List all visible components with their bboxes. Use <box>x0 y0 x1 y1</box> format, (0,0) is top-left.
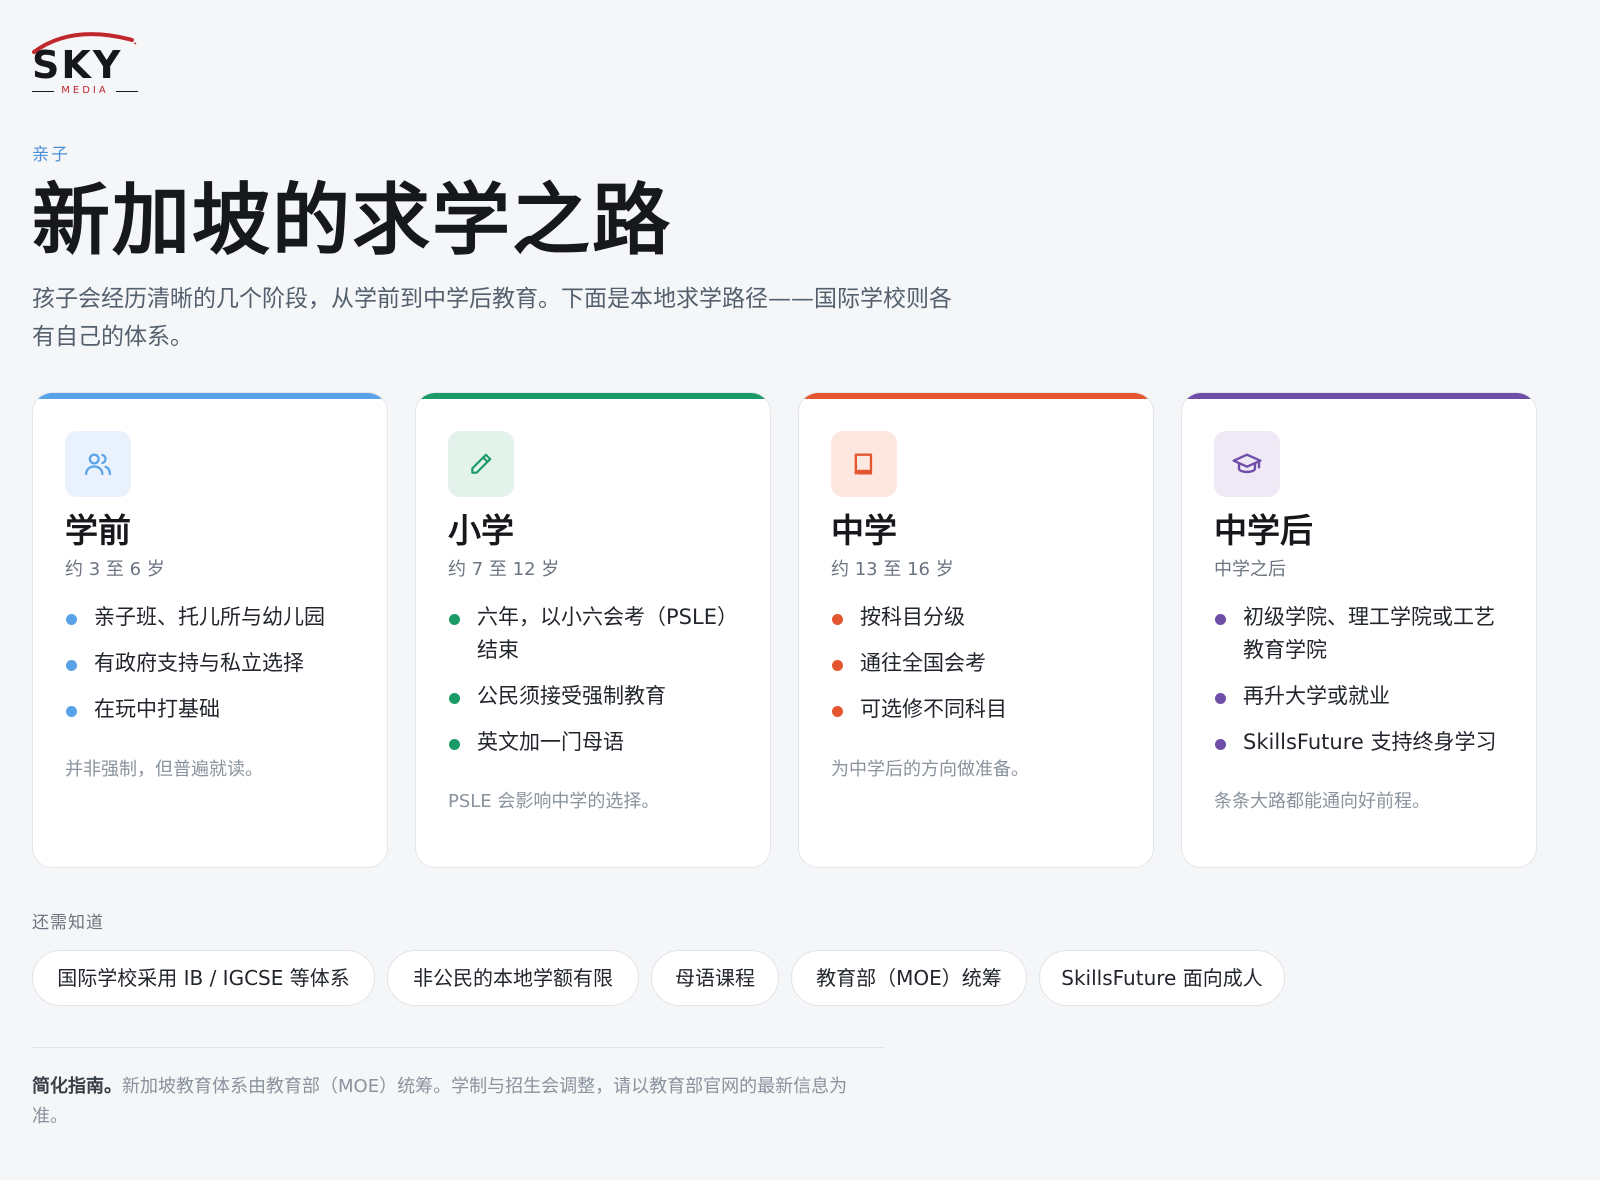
card-title: 小学 <box>448 511 514 550</box>
footer-divider <box>32 1047 884 1048</box>
bullet-text: 再升大学或就业 <box>1243 684 1390 708</box>
chip-non-citizen-places[interactable]: 非公民的本地学额有限 <box>387 950 639 1006</box>
card-bullets: 按科目分级 通往全国会考 可选修不同科目 <box>831 601 1131 739</box>
bullet-dot-icon <box>1215 739 1226 750</box>
footer-text: 新加坡教育体系由教育部（MOE）统筹。学制与招生会调整，请以教育部官网的最新信息… <box>32 1076 848 1127</box>
bullet-text: 在玩中打基础 <box>94 697 220 721</box>
stage-cards: 学前 约 3 至 6 岁 亲子班、托儿所与幼儿园 有政府支持与私立选择 在玩中打… <box>32 392 1568 870</box>
bullet-text: 可选修不同科目 <box>860 697 1007 721</box>
card-title: 中学 <box>831 511 897 550</box>
bullet-text: 公民须接受强制教育 <box>477 684 666 708</box>
bullet-dot-icon <box>449 614 460 625</box>
bullet-dot-icon <box>66 614 77 625</box>
list-item: 英文加一门母语 <box>448 726 748 759</box>
chip-international-schools[interactable]: 国际学校采用 IB / IGCSE 等体系 <box>32 950 375 1006</box>
logo-subtitle: MEDIA <box>32 85 138 96</box>
list-item: 有政府支持与私立选择 <box>65 647 365 680</box>
bullet-dot-icon <box>66 706 77 717</box>
sky-media-logo[interactable]: SKY MEDIA <box>32 28 142 100</box>
stage-card-primary: 小学 约 7 至 12 岁 六年，以小六会考（PSLE）结束 公民须接受强制教育… <box>415 392 771 868</box>
card-accent-bar <box>799 393 1153 399</box>
card-title: 中学后 <box>1214 511 1313 550</box>
list-item: 在玩中打基础 <box>65 693 365 726</box>
graduation-cap-icon <box>1214 431 1280 497</box>
footer-bold: 简化指南。 <box>32 1076 122 1097</box>
bullet-text: 有政府支持与私立选择 <box>94 651 304 675</box>
bullet-dot-icon <box>832 706 843 717</box>
pencil-icon <box>448 431 514 497</box>
page-title: 新加坡的求学之路 <box>32 175 673 266</box>
card-bullets: 亲子班、托儿所与幼儿园 有政府支持与私立选择 在玩中打基础 <box>65 601 365 739</box>
know-section-label: 还需知道 <box>32 913 104 933</box>
bullet-dot-icon <box>1215 614 1226 625</box>
card-title: 学前 <box>65 511 131 550</box>
bullet-text: SkillsFuture 支持终身学习 <box>1243 730 1497 754</box>
stage-card-post-secondary: 中学后 中学之后 初级学院、理工学院或工艺教育学院 再升大学或就业 Skills… <box>1181 392 1537 868</box>
card-note: 为中学后的方向做准备。 <box>831 759 1029 780</box>
list-item: 通往全国会考 <box>831 647 1131 680</box>
card-note: 并非强制，但普遍就读。 <box>65 759 263 780</box>
card-note: 条条大路都能通向好前程。 <box>1214 791 1430 812</box>
footer-note: 简化指南。新加坡教育体系由教育部（MOE）统筹。学制与招生会调整，请以教育部官网… <box>32 1072 882 1132</box>
bullet-text: 六年，以小六会考（PSLE）结束 <box>477 605 738 662</box>
bullet-dot-icon <box>449 739 460 750</box>
intro-text: 孩子会经历清晰的几个阶段，从学前到中学后教育。下面是本地求学路径——国际学校则各… <box>32 286 952 350</box>
card-accent-bar <box>416 393 770 399</box>
card-note: PSLE 会影响中学的选择。 <box>448 791 660 812</box>
book-icon <box>831 431 897 497</box>
list-item: 六年，以小六会考（PSLE）结束 <box>448 601 748 667</box>
list-item: 可选修不同科目 <box>831 693 1131 726</box>
bullet-dot-icon <box>449 693 460 704</box>
bullet-text: 亲子班、托儿所与幼儿园 <box>94 605 325 629</box>
list-item: 公民须接受强制教育 <box>448 680 748 713</box>
logo-wordmark: SKY <box>32 43 123 87</box>
know-chips: 国际学校采用 IB / IGCSE 等体系 非公民的本地学额有限 母语课程 教育… <box>32 950 1432 1008</box>
category-label[interactable]: 亲子 <box>32 140 70 165</box>
bullet-dot-icon <box>832 660 843 671</box>
stage-card-secondary: 中学 约 13 至 16 岁 按科目分级 通往全国会考 可选修不同科目 为中学后… <box>798 392 1154 868</box>
bullet-text: 按科目分级 <box>860 605 965 629</box>
people-icon <box>65 431 131 497</box>
stage-card-preschool: 学前 约 3 至 6 岁 亲子班、托儿所与幼儿园 有政府支持与私立选择 在玩中打… <box>32 392 388 868</box>
chip-moe[interactable]: 教育部（MOE）统筹 <box>791 950 1027 1006</box>
card-age: 约 7 至 12 岁 <box>448 559 560 580</box>
card-age: 约 3 至 6 岁 <box>65 559 165 580</box>
list-item: 再升大学或就业 <box>1214 680 1514 713</box>
list-item: 亲子班、托儿所与幼儿园 <box>65 601 365 634</box>
bullet-text: 通往全国会考 <box>860 651 986 675</box>
list-item: 按科目分级 <box>831 601 1131 634</box>
list-item: SkillsFuture 支持终身学习 <box>1214 726 1514 759</box>
card-age: 约 13 至 16 岁 <box>831 559 954 580</box>
card-age: 中学之后 <box>1214 559 1286 580</box>
card-accent-bar <box>33 393 387 399</box>
card-bullets: 六年，以小六会考（PSLE）结束 公民须接受强制教育 英文加一门母语 <box>448 601 748 772</box>
chip-mother-tongue[interactable]: 母语课程 <box>651 950 779 1006</box>
bullet-dot-icon <box>66 660 77 671</box>
bullet-text: 英文加一门母语 <box>477 730 624 754</box>
card-bullets: 初级学院、理工学院或工艺教育学院 再升大学或就业 SkillsFuture 支持… <box>1214 601 1514 772</box>
chip-skillsfuture[interactable]: SkillsFuture 面向成人 <box>1039 950 1285 1006</box>
list-item: 初级学院、理工学院或工艺教育学院 <box>1214 601 1514 667</box>
bullet-dot-icon <box>1215 693 1226 704</box>
card-accent-bar <box>1182 393 1536 399</box>
bullet-dot-icon <box>832 614 843 625</box>
bullet-text: 初级学院、理工学院或工艺教育学院 <box>1243 605 1495 662</box>
